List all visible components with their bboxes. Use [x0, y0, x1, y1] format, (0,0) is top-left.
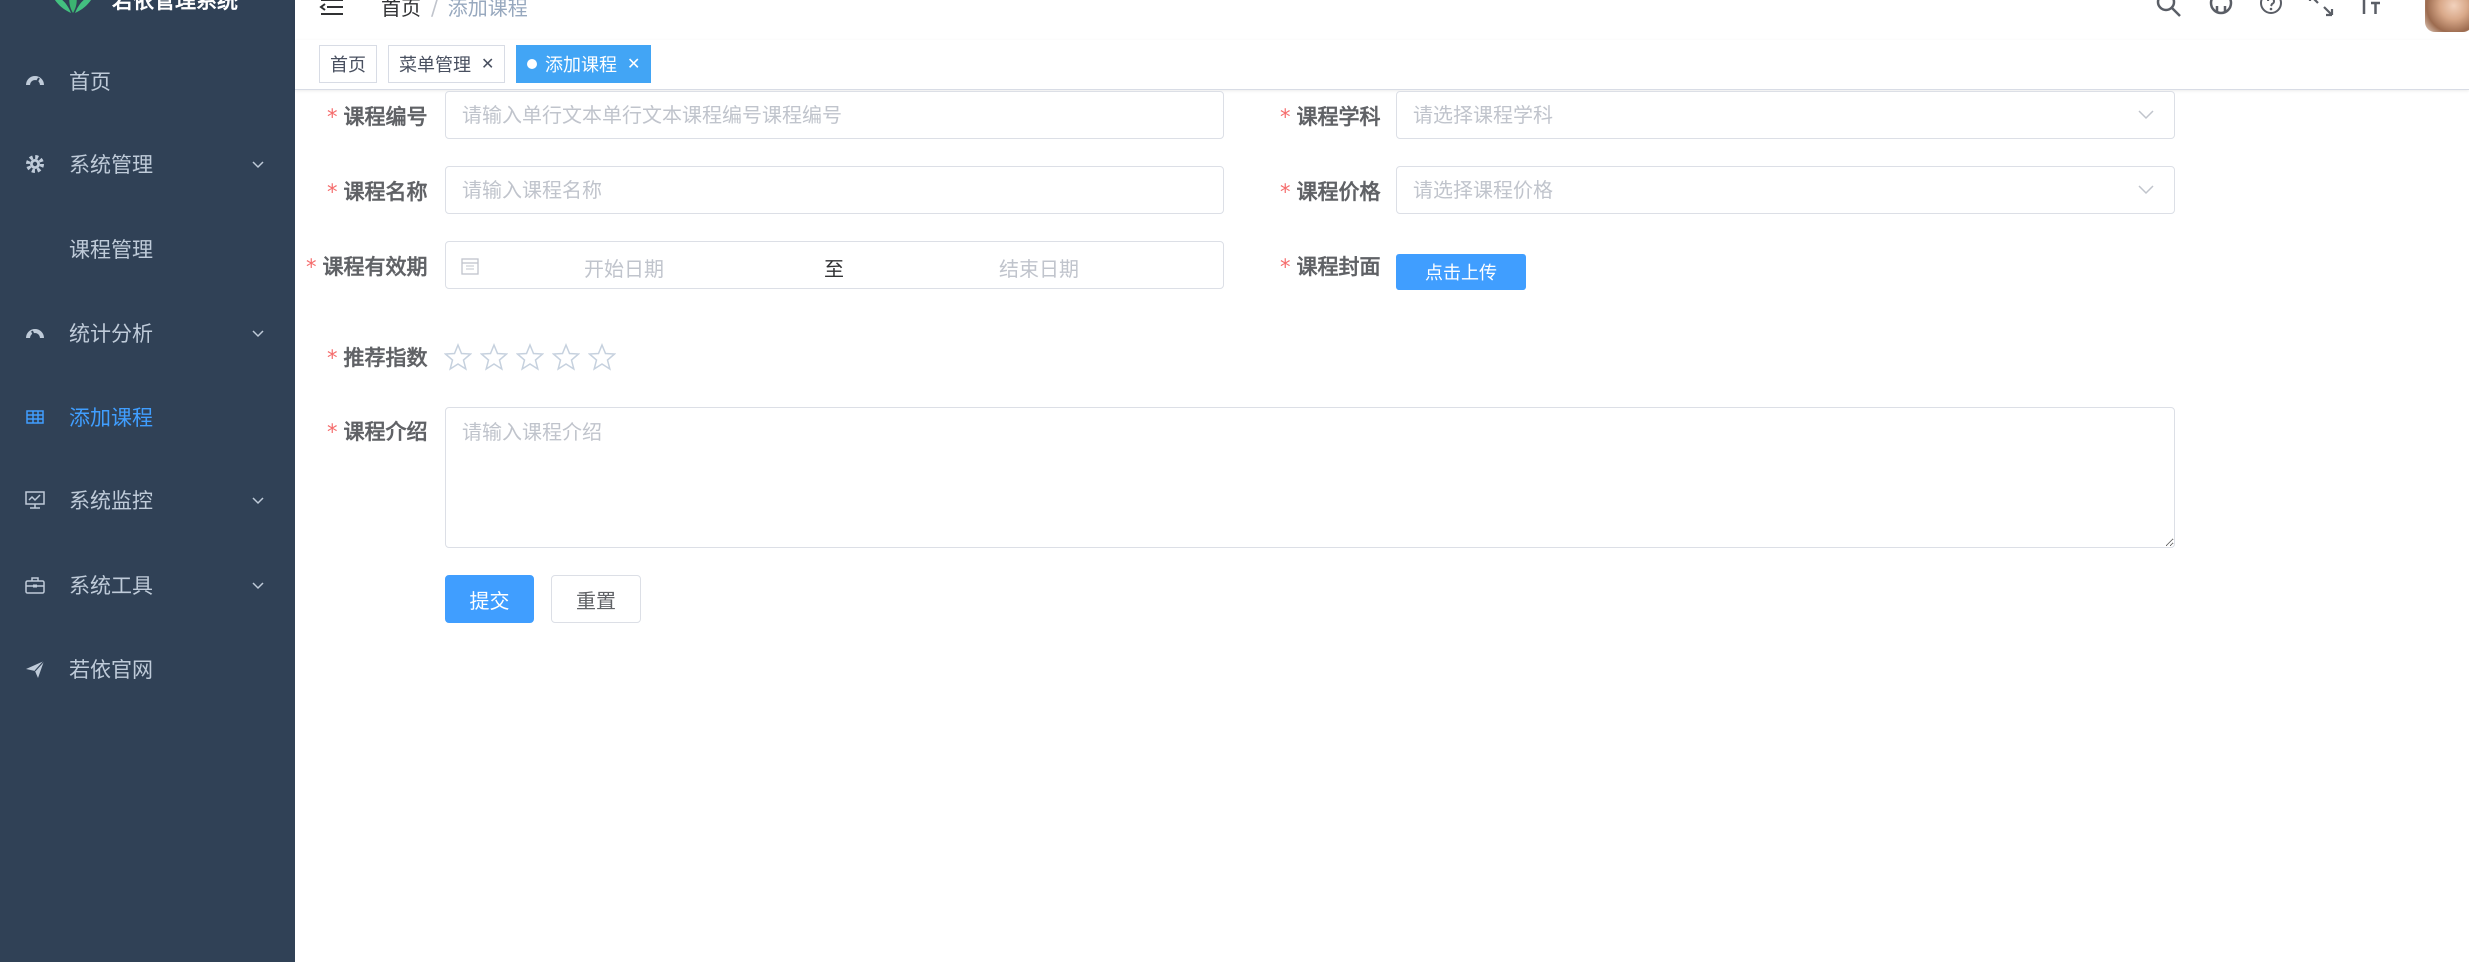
calendar-icon: [461, 258, 479, 275]
github-icon[interactable]: [2207, 0, 2235, 18]
logo[interactable]: 若依管理系统: [50, 0, 238, 18]
sidebar-item-label: 首页: [69, 70, 111, 94]
star-icon[interactable]: [444, 343, 472, 371]
breadcrumb: 首页 / 添加课程: [381, 0, 528, 21]
toolbox-icon: [25, 577, 45, 594]
tag-menu-management[interactable]: 菜单管理 ✕: [388, 45, 506, 83]
tag-label: 菜单管理: [399, 55, 471, 76]
breadcrumb-home[interactable]: 首页: [381, 0, 421, 20]
app-root: 若依管理系统 首页 系统管理 课程管理 统计分析 添加课程 系统监控 系统工具 …: [0, 0, 2469, 962]
chevron-down-icon: [252, 497, 264, 505]
tag-add-course[interactable]: 添加课程 ✕: [516, 45, 652, 83]
table-icon: [26, 410, 44, 424]
tags-view: 首页 菜单管理 ✕ 添加课程 ✕: [295, 40, 2469, 90]
breadcrumb-separator: /: [431, 0, 438, 20]
font-size-icon[interactable]: [2355, 0, 2383, 18]
sidebar-item-statistics[interactable]: 统计分析: [0, 291, 295, 375]
dashboard-icon: [26, 76, 44, 87]
star-icon[interactable]: [552, 343, 580, 371]
course-subject-select-input[interactable]: [1396, 91, 2175, 139]
gear-icon: [26, 155, 44, 173]
sidebar-item-course-management[interactable]: 课程管理: [0, 207, 295, 291]
course-code-label: * 课程编号: [327, 105, 428, 129]
monitor-icon: [25, 491, 45, 509]
submit-button[interactable]: 提交: [445, 575, 534, 623]
reset-button[interactable]: 重置: [551, 575, 641, 623]
course-intro-textarea[interactable]: [445, 407, 2175, 548]
sidebar-item-system-monitor[interactable]: 系统监控: [0, 458, 295, 542]
course-validity-date-range[interactable]: 开始日期 至 结束日期: [445, 241, 1224, 289]
breadcrumb-current: 添加课程: [447, 0, 528, 20]
avatar[interactable]: [2425, 0, 2469, 32]
chevron-down-icon: [252, 161, 264, 169]
chevron-down-icon: [2138, 185, 2154, 195]
close-icon[interactable]: ✕: [627, 56, 640, 72]
course-name-label: * 课程名称: [327, 180, 428, 204]
course-intro-label: * 课程介绍: [327, 420, 428, 444]
course-cover-label: * 课程封面: [1280, 255, 1381, 279]
sidebar-item-label: 若依官网: [69, 658, 153, 682]
logo-icon: [54, 0, 92, 13]
app-title: 若依管理系统: [112, 0, 238, 13]
sidebar-item-add-course[interactable]: 添加课程: [0, 375, 295, 459]
course-price-label: * 课程价格: [1280, 180, 1381, 204]
sidebar-item-label: 添加课程: [69, 406, 153, 430]
help-icon[interactable]: [2257, 0, 2285, 18]
close-icon[interactable]: ✕: [481, 56, 494, 72]
chevron-down-icon: [252, 330, 264, 338]
sidebar-item-label: 课程管理: [69, 238, 153, 262]
course-subject-label: * 课程学科: [1280, 105, 1381, 129]
recommend-index-label: * 推荐指数: [327, 346, 428, 370]
course-name-input[interactable]: [445, 166, 1224, 214]
navbar: 首页 / 添加课程: [295, 0, 2469, 40]
sidebar-item-label: 系统工具: [69, 574, 153, 598]
tag-home[interactable]: 首页: [319, 45, 377, 83]
sidebar-item-label: 系统监控: [69, 489, 153, 513]
course-price-select-input[interactable]: [1396, 166, 2175, 214]
hamburger-icon[interactable]: [319, 0, 345, 18]
course-validity-label: * 课程有效期: [306, 255, 428, 279]
tag-label: 首页: [330, 55, 366, 76]
star-icon[interactable]: [516, 343, 544, 371]
tag-label: 添加课程: [545, 55, 617, 76]
start-date-input[interactable]: 开始日期: [584, 253, 664, 282]
recommend-rating[interactable]: [444, 343, 616, 371]
active-dot-icon: [527, 59, 537, 69]
sidebar-item-label: 系统管理: [69, 153, 153, 177]
sidebar-item-ruoyi-website[interactable]: 若依官网: [0, 627, 295, 711]
sidebar-item-system-management[interactable]: 系统管理: [0, 122, 295, 206]
star-icon[interactable]: [588, 343, 616, 371]
sidebar-item-label: 统计分析: [69, 322, 153, 346]
date-range-separator: 至: [824, 257, 844, 281]
paper-plane-icon: [26, 660, 45, 678]
end-date-input[interactable]: 结束日期: [999, 253, 1079, 282]
star-icon[interactable]: [480, 343, 508, 371]
search-icon[interactable]: [2155, 0, 2183, 18]
chevron-down-icon: [252, 582, 264, 590]
upload-button[interactable]: 点击上传: [1396, 254, 1526, 290]
fullscreen-icon[interactable]: [2307, 0, 2335, 18]
sidebar-item-system-tools[interactable]: 系统工具: [0, 543, 295, 627]
sidebar: 若依管理系统 首页 系统管理 课程管理 统计分析 添加课程 系统监控 系统工具 …: [0, 0, 295, 962]
course-code-input[interactable]: [445, 91, 1224, 139]
chevron-down-icon: [2138, 110, 2154, 120]
sidebar-item-home[interactable]: 首页: [0, 39, 295, 123]
gauge-icon: [26, 329, 44, 339]
